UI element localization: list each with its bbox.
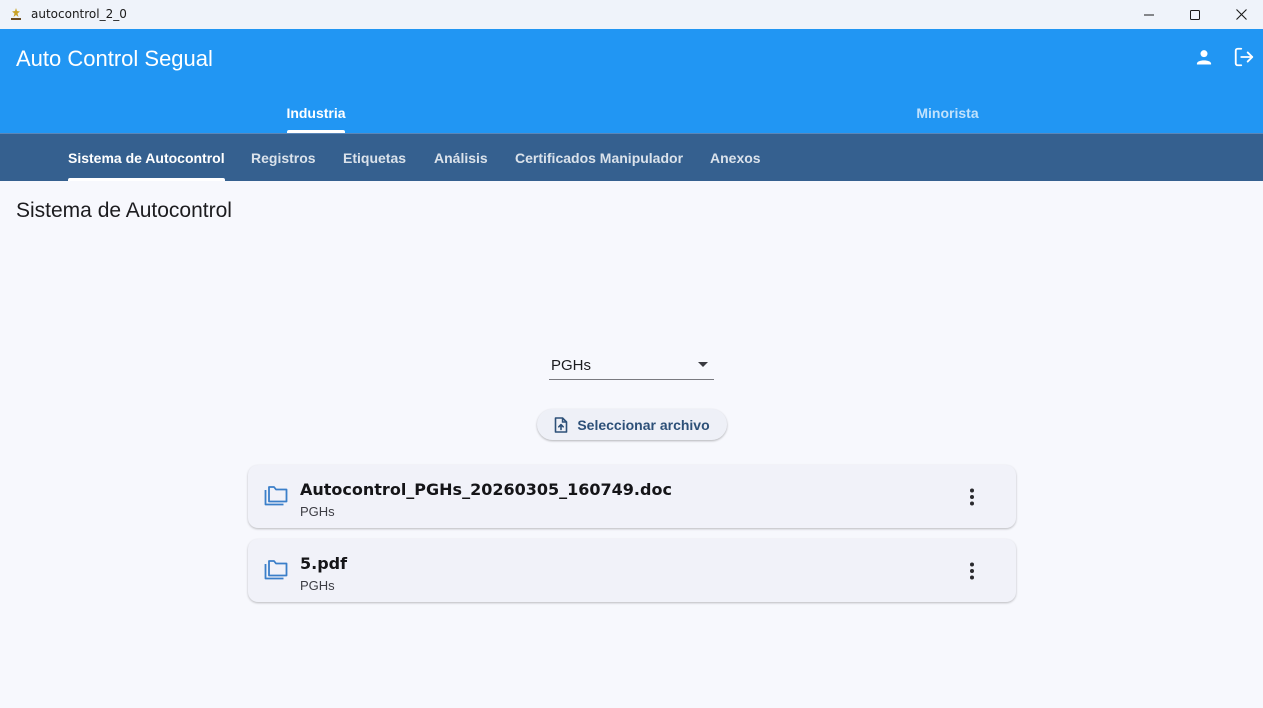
file-name: 5.pdf [300,554,348,573]
app-icon [11,8,21,20]
tab-industria-label: Industria [286,105,346,121]
app-bar: Auto Control Segual Industria Minorista [0,29,1263,133]
maximize-icon [1190,9,1200,20]
tab-minorista[interactable]: Minorista [632,93,1263,133]
subtab-registros[interactable]: Registros [251,134,316,181]
profile-button[interactable] [1184,41,1224,73]
section-tabs: Sistema de Autocontrol Registros Etiquet… [0,133,1263,181]
logout-button[interactable] [1224,41,1263,73]
close-icon [1235,9,1247,20]
active-subtab-indicator [68,178,225,181]
subtab-label: Anexos [710,149,761,166]
category-select-value: PGHs [551,357,592,374]
subtab-certificados-manipulador[interactable]: Certificados Manipulador [515,134,683,181]
subtab-sistema-autocontrol[interactable]: Sistema de Autocontrol [68,134,225,181]
logout-icon [1234,47,1254,67]
close-button[interactable] [1218,0,1263,29]
subtab-label: Registros [251,149,316,166]
subtab-label: Etiquetas [343,149,407,166]
subtab-label: Análisis [434,149,488,166]
more-vert-icon [970,488,974,506]
file-category: PGHs [300,504,335,519]
window-title: autocontrol_2_0 [31,7,127,21]
person-icon [1196,50,1212,65]
app-title: Auto Control Segual [16,46,213,71]
file-category: PGHs [300,578,335,593]
tab-minorista-label: Minorista [916,105,979,121]
select-file-button[interactable]: Seleccionar archivo [537,409,727,440]
dropdown-arrow-icon [698,362,708,367]
subtab-anexos[interactable]: Anexos [710,134,761,181]
folder-icon [264,560,288,580]
upload-file-icon [555,416,568,433]
file-options-button[interactable] [956,555,988,587]
file-name: Autocontrol_PGHs_20260305_160749.doc [300,480,672,499]
more-vert-icon [970,562,974,580]
minimize-icon [1144,14,1154,15]
folder-icon [264,486,288,506]
minimize-button[interactable] [1126,0,1172,29]
page-title: Sistema de Autocontrol [16,199,232,222]
category-select[interactable]: PGHs [549,350,714,380]
subtab-label: Sistema de Autocontrol [68,149,225,166]
subtab-label: Certificados Manipulador [515,149,684,166]
file-options-button[interactable] [956,481,988,513]
tab-industria[interactable]: Industria [0,93,632,133]
file-card[interactable]: 5.pdf PGHs [248,539,1016,602]
subtab-analisis[interactable]: Análisis [434,134,488,181]
maximize-button[interactable] [1172,0,1218,29]
subtab-etiquetas[interactable]: Etiquetas [343,134,406,181]
window-titlebar: autocontrol_2_0 [0,0,1263,29]
select-file-label: Seleccionar archivo [577,416,710,433]
file-card[interactable]: Autocontrol_PGHs_20260305_160749.doc PGH… [248,465,1016,528]
